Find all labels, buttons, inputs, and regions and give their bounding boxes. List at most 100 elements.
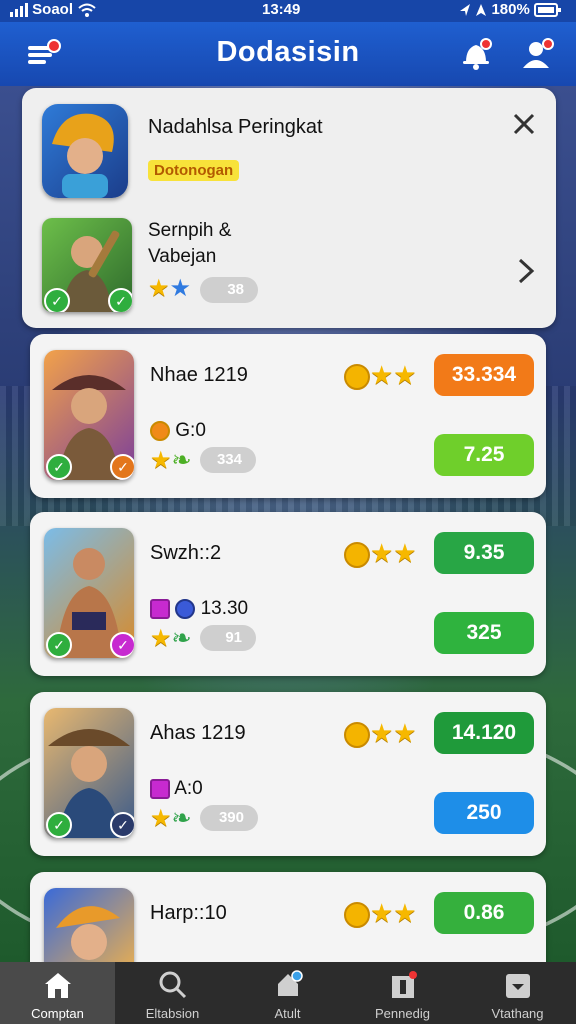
leaf-icon: ❧ [171,805,192,832]
coin-stars: ★★ [344,718,417,749]
list-item[interactable]: ✓ ✓ Swzh::2 13.30 ★❧ 91 ★★ 9.35 325 [30,512,546,676]
list-item[interactable]: ✓ ✓ Nhae 1219 G:0 ★❧ 334 ★★ 33.334 7.25 [30,334,546,498]
nav-label: Eltabsion [145,1006,200,1021]
carrier-label: Soaol [32,1,74,18]
wifi-icon [78,3,96,18]
star-icon: ★★ [370,718,417,748]
player-name: Swzh::2 [150,542,222,564]
panel-title: Nadahlsa Peringkat [148,116,323,138]
star-icon: ★ [150,805,172,832]
check-icon: ✓ [108,288,132,312]
star-icon: ★★ [370,898,417,928]
player-stat-label: G:0 [175,420,206,441]
nav-item-building[interactable]: Pennedig [345,962,460,1024]
nav-item-alerts[interactable]: Atult [230,962,345,1024]
battery-status: 180% [459,1,562,18]
value-button[interactable]: 7.25 [434,434,534,476]
star-icon: ★★ [370,538,417,568]
nav-label: Vtathang [491,1006,544,1021]
list-item[interactable]: ✓ ✓ Ahas 1219 A:0 ★❧ 390 ★★ 14.120 250 [30,692,546,856]
leaf-icon: ❧ [171,625,192,652]
score-button[interactable]: 0.86 [434,892,534,934]
team-avatar[interactable]: ✓ ✓ [42,218,132,312]
rank-tag: Dotonogan [148,160,240,181]
home-icon [45,973,71,998]
search-icon [159,971,187,999]
gem-icon [150,420,170,441]
notifications-button[interactable] [458,36,494,72]
check-icon: ✓ [44,288,70,312]
rating-stars: ★❧ [150,804,192,833]
app-header: Dodasisin [0,22,576,86]
value-button[interactable]: 250 [434,792,534,834]
player-stat-label: A:0 [174,778,203,799]
building-icon [392,971,417,998]
carrier: Soaol [10,1,97,18]
player-name: Ahas 1219 [150,722,246,744]
value-button[interactable]: 325 [434,612,534,654]
close-button[interactable] [512,112,536,142]
blue-star-icon: ★ [169,275,192,302]
user-icon [523,38,554,68]
player-avatar: ✓ ✓ [44,528,134,658]
score-pill: 334 [200,447,256,473]
badge-icon: ✓ [110,632,134,658]
nav-item-search[interactable]: Eltabsion [115,962,230,1024]
nav-label: Comptan [31,1006,84,1021]
coin-icon [344,542,370,569]
player-name: Nhae 1219 [150,364,248,386]
rating-stars: ★❧ [150,624,192,653]
score-button[interactable]: 9.35 [434,532,534,574]
battery-icon [534,3,561,18]
signal-icon [10,3,28,18]
ranking-panel: Nadahlsa Peringkat Dotonogan ✓ ✓ Sernpih… [22,88,556,328]
coin-icon [344,902,370,929]
star-icon: ★ [150,447,172,474]
score-button[interactable]: 33.334 [434,354,534,396]
badge-icon: ✓ [110,812,134,838]
gem-icon [150,778,170,799]
check-icon: ✓ [46,632,72,658]
player-name: Harp::10 [150,902,227,924]
team-name-line1: Sernpih & [148,220,232,241]
player-stat: 13.30 [150,598,248,620]
close-icon [513,113,535,135]
star-icon: ★ [150,625,172,652]
score-pill: 38 [200,277,258,303]
profile-button[interactable] [520,36,556,72]
bell-icon [278,970,303,996]
nav-item-shop[interactable]: Vtathang [460,962,575,1024]
gem-icon [150,598,170,619]
score-pill: 91 [200,625,256,651]
nav-label: Atult [274,1006,301,1021]
rating-stars: ★★ [148,274,191,303]
coin-stars: ★★ [344,360,417,391]
badge-icon: ✓ [110,454,134,480]
nav-label: Pennedig [375,1006,430,1021]
player-avatar: ✓ ✓ [44,350,134,480]
chevron-right-button[interactable] [516,256,536,295]
hero-avatar[interactable] [42,104,128,198]
navigation-icon [476,4,487,17]
chevron-right-icon [518,258,535,284]
shop-icon [506,974,530,998]
battery-percent: 180% [491,1,530,18]
status-bar: Soaol 13:49 180% [0,0,576,22]
bell-icon [463,38,492,70]
team-name-line2: Vabejan [148,246,217,267]
clock: 13:49 [262,1,301,18]
rating-stars: ★❧ [150,446,192,475]
orb-icon [175,598,196,619]
bottom-nav: Comptan Eltabsion Atult Pennedig Vtathan… [0,962,576,1024]
score-pill: 390 [200,805,258,831]
player-stat-label: 13.30 [200,598,249,619]
coin-icon [344,364,370,391]
nav-item-home[interactable]: Comptan [0,962,115,1024]
star-icon: ★★ [370,360,417,390]
player-stat: A:0 [150,778,203,800]
coin-stars: ★★ [344,898,417,929]
score-button[interactable]: 14.120 [434,712,534,754]
check-icon: ✓ [46,454,72,480]
star-icon: ★ [148,275,170,302]
leaf-icon: ❧ [171,447,192,474]
